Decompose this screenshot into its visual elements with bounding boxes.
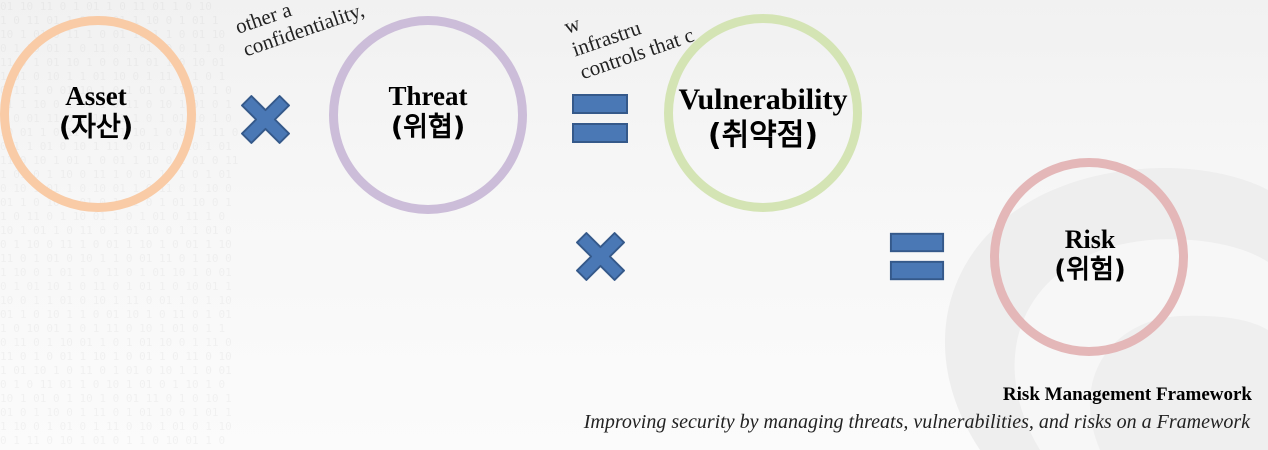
asset-label-ko: (자산)	[58, 112, 134, 144]
risk-diagram-slide: 01 10 11 0 1 01 1 0 11 01 1 0 10 1 0 11 …	[0, 0, 1268, 450]
vulnerability-label-ko: (취약점)	[707, 118, 819, 153]
threat-label-ko: (위협)	[390, 112, 466, 144]
asset-label: Asset (자산)	[36, 80, 156, 145]
caption-subtitle: Improving security by managing threats, …	[583, 411, 1250, 433]
asset-label-en: Asset	[65, 81, 127, 111]
risk-label-en: Risk	[1064, 225, 1116, 254]
threat-label-en: Threat	[388, 81, 468, 111]
vulnerability-label: Vulnerability (취약점)	[660, 82, 866, 154]
risk-label-ko: (위험)	[1054, 255, 1126, 286]
multiply-icon	[576, 232, 625, 281]
vulnerability-label-en: Vulnerability	[678, 83, 848, 116]
risk-label: Risk (위험)	[1030, 224, 1150, 286]
equals-icon	[572, 94, 628, 143]
equals-icon	[889, 232, 945, 281]
caption-title: Risk Management Framework	[1002, 384, 1252, 405]
threat-label: Threat (위협)	[358, 80, 498, 145]
multiply-icon	[241, 95, 290, 144]
